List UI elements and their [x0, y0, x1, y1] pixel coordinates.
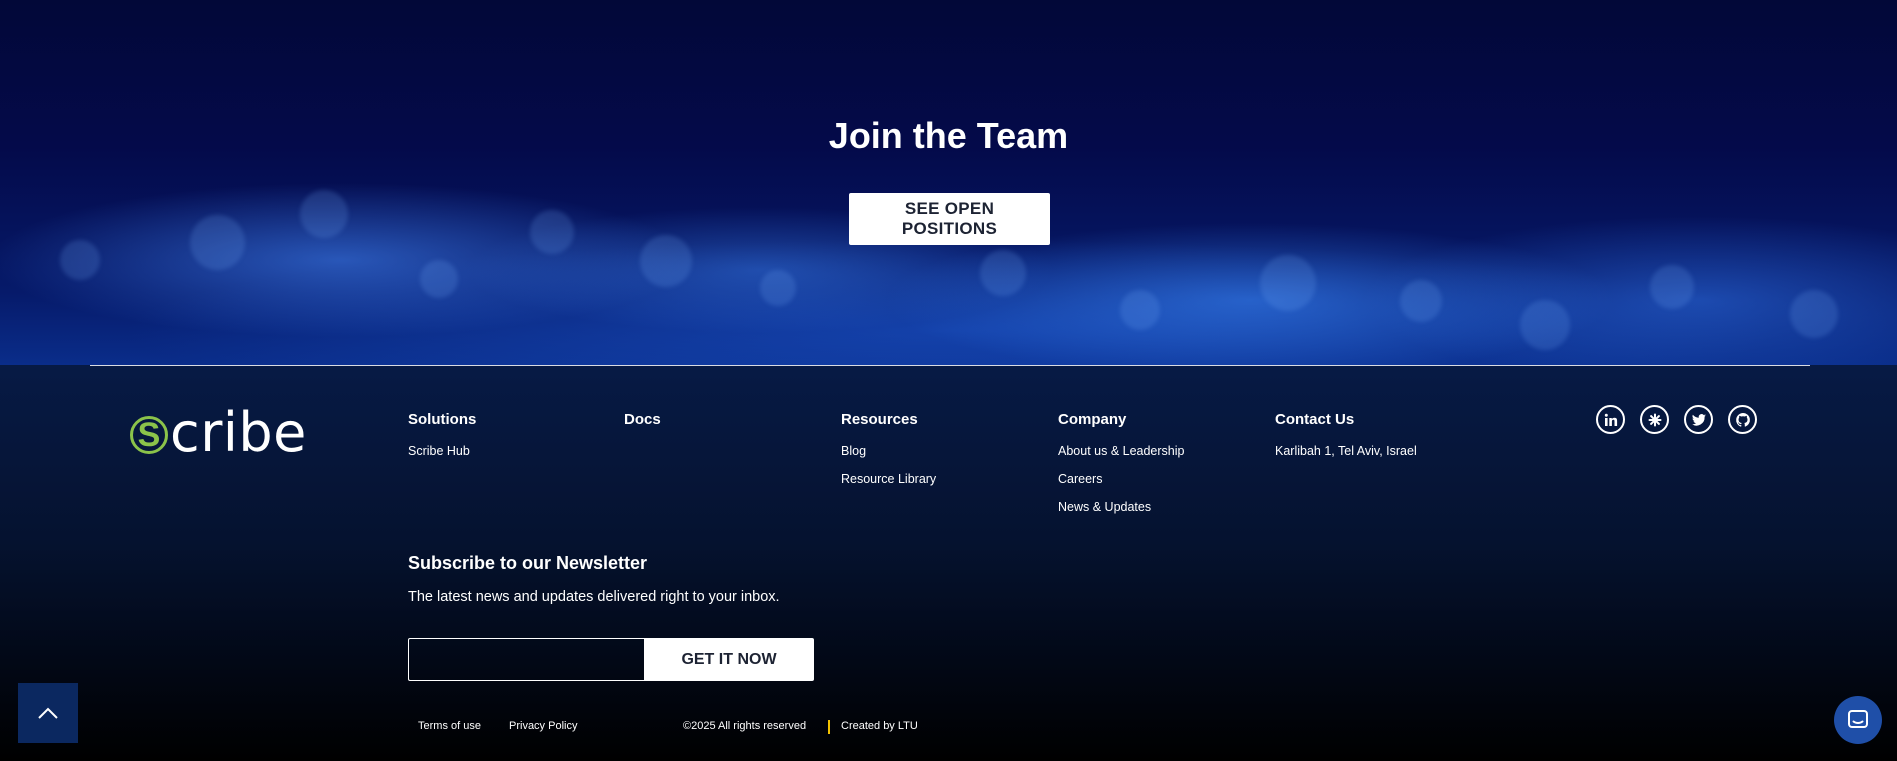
hero-section: Join the Team SEE OPEN POSITIONS	[0, 0, 1897, 365]
bokeh-decoration	[420, 260, 458, 298]
footer-address: Karlibah 1, Tel Aviv, Israel	[1275, 444, 1417, 458]
bokeh-decoration	[760, 270, 796, 306]
footer-link-blog[interactable]: Blog	[841, 444, 936, 458]
footer-column-title: Solutions	[408, 411, 477, 428]
linkedin-icon[interactable]	[1596, 405, 1625, 434]
bokeh-decoration	[530, 210, 574, 254]
bokeh-decoration	[1520, 300, 1570, 350]
bokeh-decoration	[190, 215, 245, 270]
scroll-to-top-button[interactable]	[18, 683, 78, 743]
logo-text: cribe	[170, 400, 307, 464]
slack-icon[interactable]	[1640, 405, 1669, 434]
footer-link-resource-library[interactable]: Resource Library	[841, 472, 936, 486]
chat-icon	[1848, 710, 1868, 728]
footer-link-about-us[interactable]: About us & Leadership	[1058, 444, 1184, 458]
hero-title: Join the Team	[828, 115, 1069, 156]
bokeh-decoration	[640, 235, 692, 287]
bokeh-decoration	[1400, 280, 1442, 322]
footer-column-solutions: Solutions Scribe Hub	[408, 411, 476, 472]
site-footer: S cribe Solutions Scribe Hub Docs Resour…	[0, 365, 1897, 761]
footer-column-title: Contact Us	[1275, 411, 1355, 428]
footer-column-resources: Resources Blog Resource Library	[841, 411, 936, 500]
created-by-link[interactable]: Created by LTU	[841, 720, 918, 732]
footer-link-news-updates[interactable]: News & Updates	[1058, 500, 1184, 514]
footer-column-docs: Docs	[624, 411, 661, 444]
bokeh-decoration	[1120, 290, 1160, 330]
footer-column-title[interactable]: Docs	[624, 411, 661, 428]
get-it-now-button[interactable]: GET IT NOW	[644, 638, 814, 681]
footer-column-contact: Contact Us Karlibah 1, Tel Aviv, Israel	[1275, 411, 1417, 472]
footer-column-company: Company About us & Leadership Careers Ne…	[1058, 411, 1184, 528]
bokeh-decoration	[1650, 265, 1694, 309]
twitter-icon[interactable]	[1684, 405, 1713, 434]
footer-column-title: Company	[1058, 411, 1127, 428]
privacy-policy-link[interactable]: Privacy Policy	[509, 720, 577, 732]
logo-mark-icon: S	[130, 416, 168, 454]
legal-separator	[828, 720, 830, 734]
terms-of-use-link[interactable]: Terms of use	[418, 720, 481, 732]
copyright-text: ©2025 All rights reserved	[683, 720, 807, 732]
footer-link-careers[interactable]: Careers	[1058, 472, 1184, 486]
scribe-logo[interactable]: S cribe	[130, 401, 307, 464]
bokeh-decoration	[60, 240, 100, 280]
see-open-positions-button[interactable]: SEE OPEN POSITIONS	[849, 193, 1050, 245]
footer-column-title: Resources	[841, 411, 918, 428]
bokeh-decoration	[300, 190, 348, 238]
bokeh-decoration	[1260, 255, 1316, 311]
chat-launcher-button[interactable]	[1834, 696, 1882, 744]
social-links	[1596, 405, 1757, 434]
newsletter-title: Subscribe to our Newsletter	[408, 553, 648, 573]
chevron-up-icon	[38, 707, 58, 719]
newsletter-email-input[interactable]	[408, 638, 644, 681]
bokeh-decoration	[1790, 290, 1838, 338]
newsletter-description: The latest news and updates delivered ri…	[408, 589, 780, 605]
github-icon[interactable]	[1728, 405, 1757, 434]
footer-link-scribe-hub[interactable]: Scribe Hub	[408, 444, 476, 458]
footer-divider	[90, 365, 1810, 366]
bokeh-decoration	[980, 250, 1026, 296]
